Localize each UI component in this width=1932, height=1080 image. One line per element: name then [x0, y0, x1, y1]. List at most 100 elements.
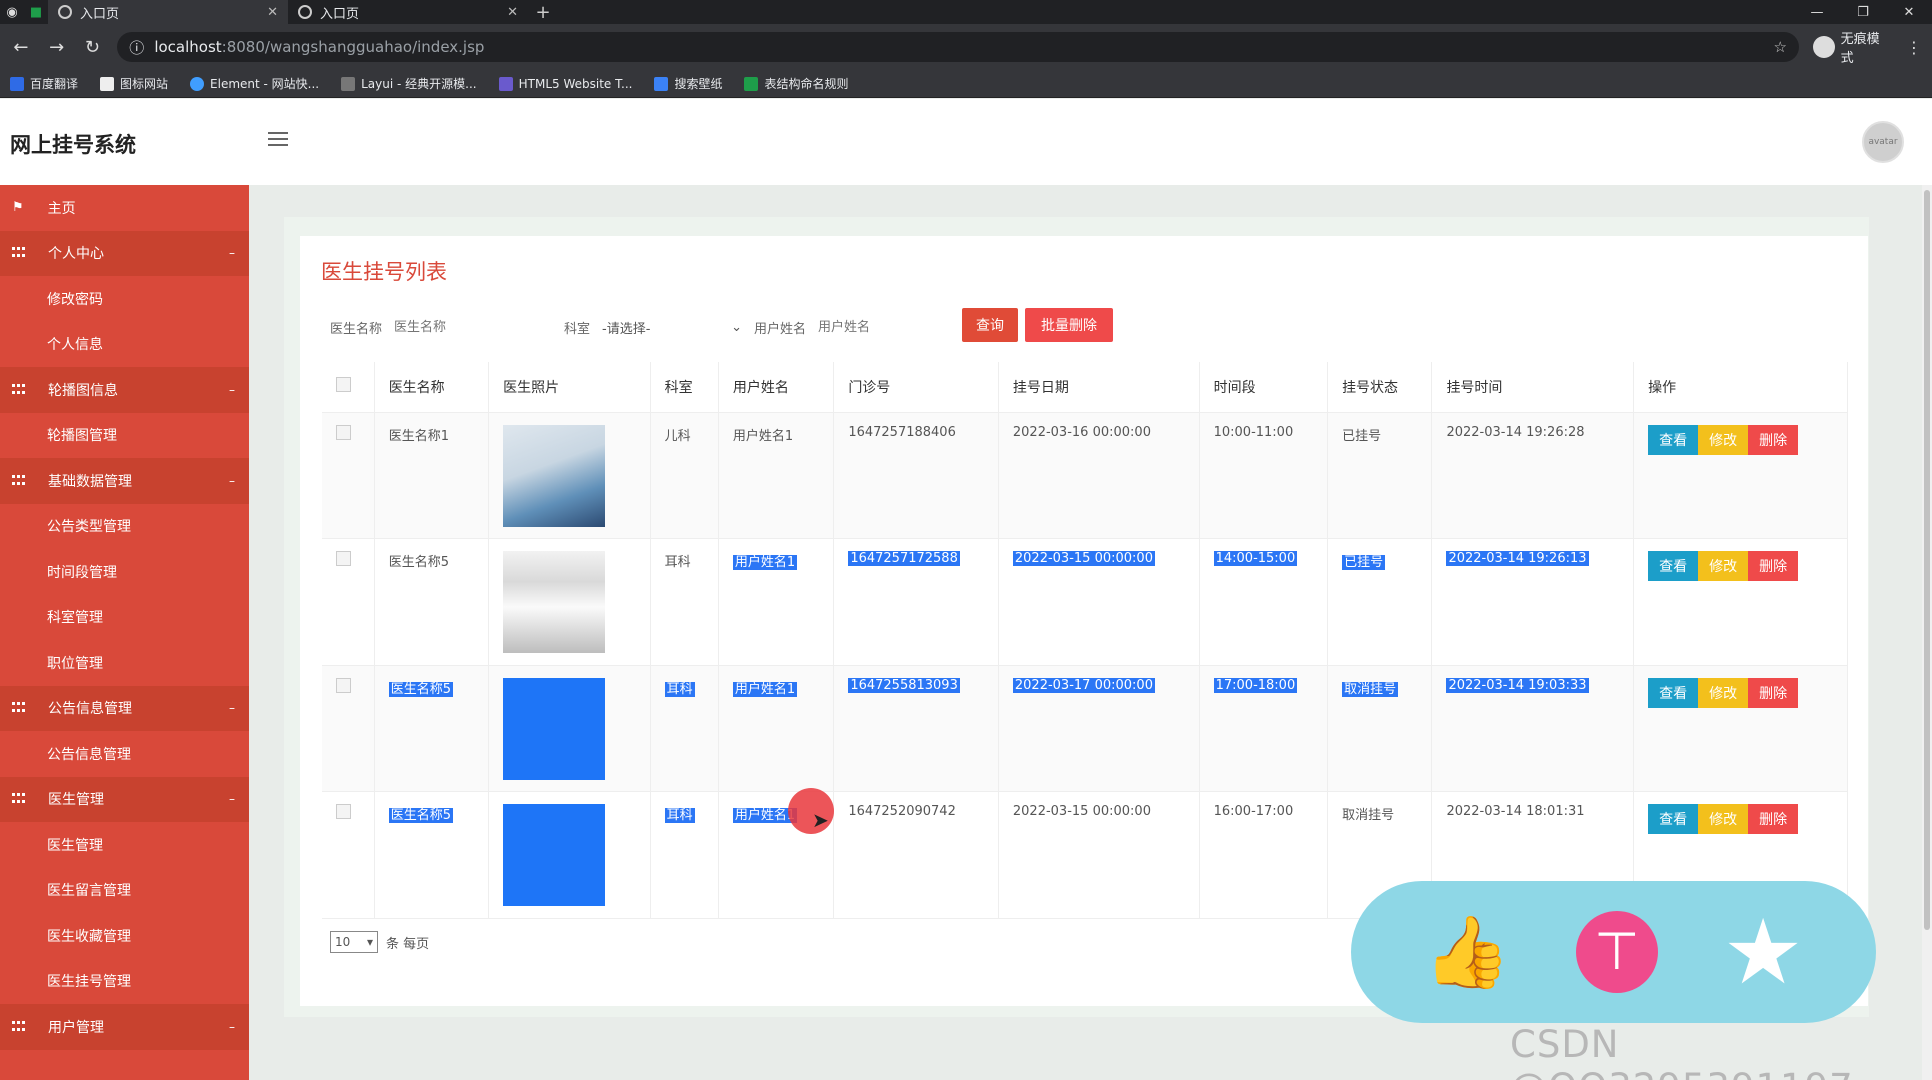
reload-icon[interactable]: ↻: [82, 37, 104, 58]
row-checkbox[interactable]: [336, 551, 351, 566]
sidebar-item[interactable]: 医生管理: [0, 822, 249, 868]
cell-user: 用户姓名1: [718, 538, 835, 666]
column-header: 用户姓名: [718, 362, 835, 413]
sidebar-item[interactable]: 医生收藏管理: [0, 913, 249, 959]
grid-icon: [12, 247, 26, 259]
delete-button[interactable]: 删除: [1748, 551, 1799, 581]
tab-2[interactable]: 入口页 ✕: [288, 0, 528, 24]
sidebar-group[interactable]: 用户管理 –: [0, 1004, 249, 1050]
info-icon[interactable]: ⓘ: [129, 37, 144, 58]
bookmark-item[interactable]: 百度翻译: [10, 75, 78, 92]
page-size-select[interactable]: 10 ▾: [330, 931, 378, 953]
view-button[interactable]: 查看: [1648, 677, 1699, 708]
edit-button[interactable]: 修改: [1698, 424, 1749, 455]
row-checkbox[interactable]: [336, 677, 351, 693]
bookmark-star-icon[interactable]: ☆: [1773, 38, 1786, 56]
delete-button[interactable]: 删除: [1748, 677, 1799, 708]
bookmark-item[interactable]: Layui - 经典开源模...: [341, 75, 477, 92]
sidebar-item[interactable]: 医生挂号管理: [0, 959, 249, 1005]
edit-button[interactable]: 修改: [1698, 804, 1749, 834]
edit-button[interactable]: 修改: [1698, 551, 1749, 581]
translate-icon: [10, 76, 24, 91]
incognito-indicator[interactable]: 无痕模式: [1812, 28, 1892, 66]
sidebar-item[interactable]: 科室管理: [0, 595, 249, 641]
sidebar-item[interactable]: 修改密码: [0, 276, 249, 322]
sidebar-group[interactable]: 轮播图信息 –: [0, 367, 249, 413]
scrollbar-thumb[interactable]: [1924, 190, 1930, 930]
restore-icon[interactable]: ❐: [1840, 0, 1886, 24]
bookmark-item[interactable]: HTML5 Website T...: [498, 76, 632, 91]
close-icon[interactable]: ✕: [507, 5, 518, 20]
sidebar-group[interactable]: 公告信息管理 –: [0, 685, 249, 731]
sidebar-item[interactable]: 公告类型管理: [0, 504, 249, 550]
browser-menu-icon[interactable]: ◉: [0, 0, 24, 24]
avatar[interactable]: avatar: [1862, 121, 1904, 163]
star-icon[interactable]: ★: [1723, 900, 1804, 1005]
doctor-photo: [503, 551, 606, 653]
user-search-input[interactable]: [818, 313, 929, 341]
bookmark-item[interactable]: 表结构命名规则: [744, 75, 848, 92]
incognito-icon: [1812, 36, 1835, 58]
sidebar-group[interactable]: 医生管理 –: [0, 776, 249, 822]
sidebar-item[interactable]: 医生留言管理: [0, 868, 249, 914]
hamburger-menu-icon[interactable]: [268, 132, 288, 148]
delete-button[interactable]: 删除: [1748, 424, 1799, 455]
cell-status-text: 已挂号: [1342, 555, 1386, 570]
html5-icon: [498, 76, 513, 91]
url-input[interactable]: ⓘ localhost:8080/wangshangguahao/index.j…: [117, 32, 1799, 62]
chevron-down-icon: ⌄: [731, 319, 743, 335]
query-button[interactable]: 查询: [962, 308, 1018, 342]
row-checkbox[interactable]: [336, 804, 351, 819]
cell-dept-text: 儿科: [664, 428, 691, 444]
cell-time-text: 2022-03-14 18:01:31: [1446, 804, 1585, 819]
new-tab-button[interactable]: +: [528, 0, 558, 24]
view-button[interactable]: 查看: [1648, 424, 1699, 455]
sidebar-item[interactable]: 公告信息管理: [0, 731, 249, 777]
dept-select[interactable]: -请选择- ⌄: [602, 313, 742, 341]
back-icon[interactable]: ←: [10, 37, 32, 58]
sidebar-item[interactable]: 轮播图管理: [0, 413, 249, 459]
window-close-icon[interactable]: ✕: [1886, 0, 1932, 24]
app-title: 网上挂号系统: [10, 133, 136, 157]
close-icon[interactable]: ✕: [267, 5, 278, 20]
delete-button[interactable]: 删除: [1748, 804, 1799, 834]
sidebar-group[interactable]: 基础数据管理 –: [0, 458, 249, 504]
page-size-value: 10: [335, 935, 351, 949]
cell-date: 2022-03-15 00:00:00: [998, 538, 1200, 666]
cell-status: 已挂号: [1327, 412, 1433, 539]
cell-dept: 耳科: [650, 665, 719, 792]
cell-photo: [488, 538, 651, 666]
thumbs-up-icon[interactable]: 👍: [1424, 911, 1511, 994]
minimize-icon[interactable]: —: [1794, 0, 1840, 24]
view-button[interactable]: 查看: [1648, 551, 1699, 581]
cell-time: 2022-03-14 19:03:33: [1431, 665, 1635, 792]
sidebar-item[interactable]: 个人信息: [0, 322, 249, 368]
forward-icon[interactable]: →: [46, 37, 68, 58]
element-icon: [190, 76, 205, 91]
cell-date-text: 2022-03-15 00:00:00: [1012, 551, 1155, 566]
cell-photo: [488, 665, 651, 792]
more-menu-icon[interactable]: ⋮: [1906, 38, 1922, 57]
cell-date-text: 2022-03-17 00:00:00: [1012, 677, 1155, 693]
select-all-checkbox[interactable]: [336, 377, 351, 393]
bookmark-item[interactable]: 搜索壁纸: [654, 75, 722, 92]
view-button[interactable]: 查看: [1648, 804, 1699, 834]
bookmark-item[interactable]: 图标网站: [100, 75, 168, 92]
doctor-search-input[interactable]: [394, 313, 505, 341]
tab-1[interactable]: 入口页 ✕: [48, 0, 288, 24]
grid-icon: [12, 474, 26, 487]
sidebar-group[interactable]: 个人中心 –: [0, 230, 249, 276]
select-cell: [322, 791, 375, 919]
sidebar-item[interactable]: 时间段管理: [0, 549, 249, 595]
batch-delete-button[interactable]: 批量删除: [1025, 308, 1113, 342]
row-checkbox[interactable]: [336, 424, 351, 440]
bookmark-item[interactable]: Element - 网站快...: [190, 75, 319, 92]
sheet-icon[interactable]: ■: [24, 0, 48, 24]
select-all-cell: [322, 362, 375, 413]
edit-button[interactable]: 修改: [1698, 677, 1749, 708]
sidebar-item-home[interactable]: ⚑ 主页: [0, 185, 249, 231]
sidebar-item[interactable]: 职位管理: [0, 640, 249, 686]
cell-user: 用户姓名1: [718, 665, 835, 792]
pin-top-icon[interactable]: ⊤: [1575, 911, 1658, 993]
sidebar-item-label: 科室管理: [47, 610, 103, 627]
